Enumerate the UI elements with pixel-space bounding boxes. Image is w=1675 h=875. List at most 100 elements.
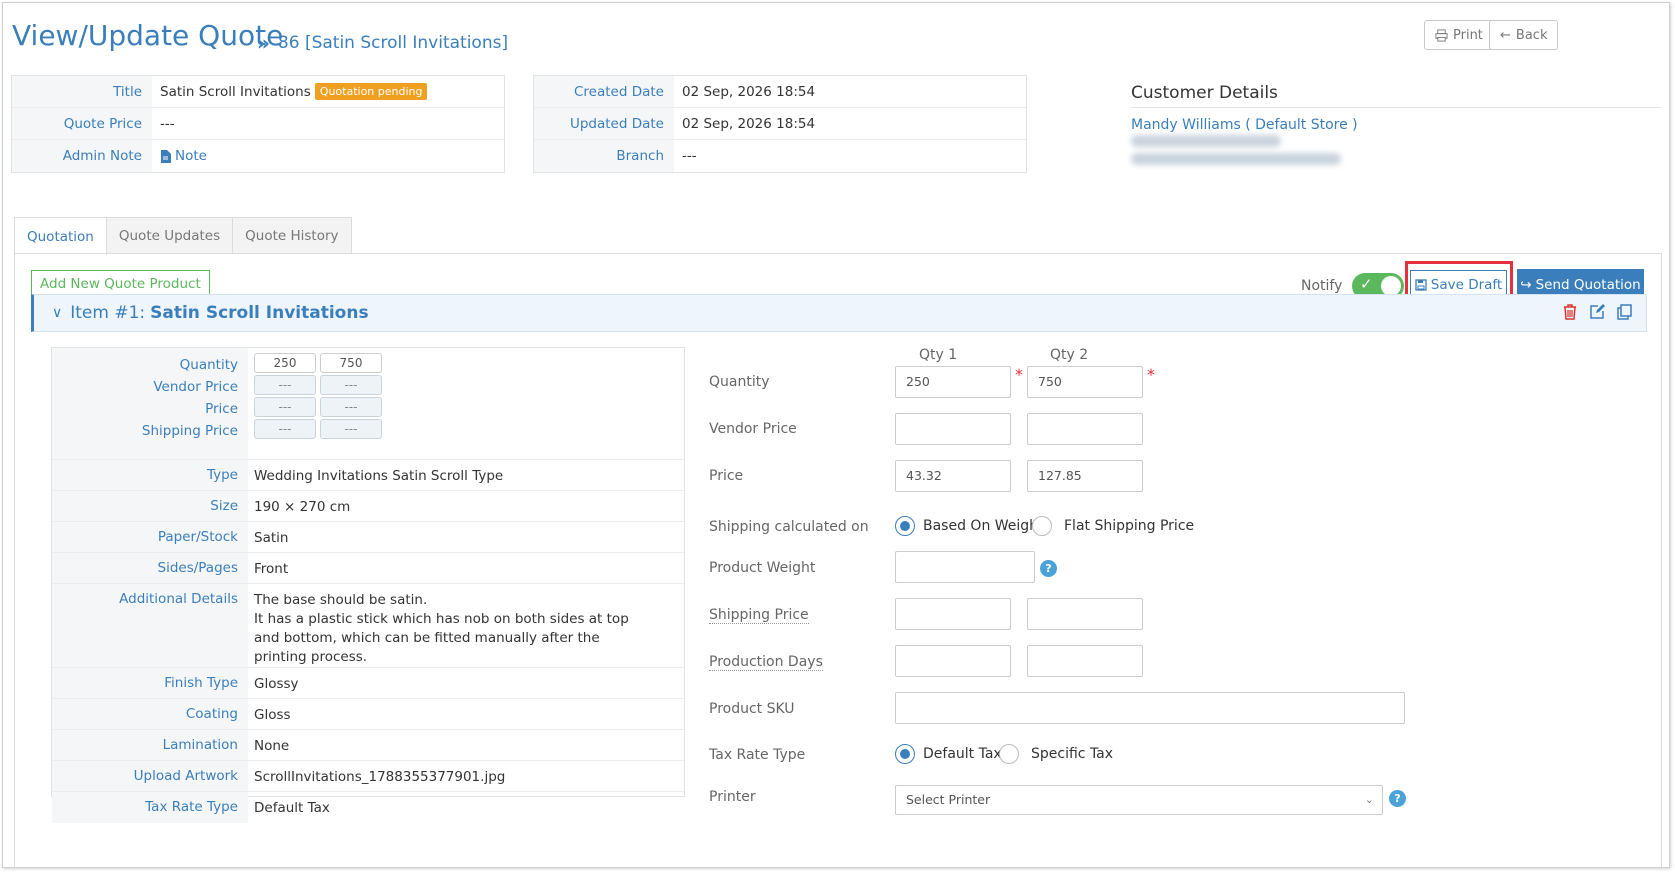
tax-specific-option[interactable]: Specific Tax xyxy=(999,744,1113,764)
shipping-calc-label: Shipping calculated on xyxy=(709,519,869,535)
radio-selected[interactable] xyxy=(895,744,915,764)
chevron-down-icon: ⌄ xyxy=(1364,793,1374,806)
shipping-weight-option[interactable]: Based On Weight xyxy=(895,516,1044,536)
price-1-input[interactable]: 43.32 xyxy=(895,460,1011,492)
artwork-file-link[interactable]: ScrollInvitations_1788355377901.jpg xyxy=(248,761,505,791)
customer-name-link[interactable]: Mandy Williams ( Default Store ) xyxy=(1131,117,1358,133)
detail-label: Upload Artwork xyxy=(52,761,248,791)
redacted-email xyxy=(1131,135,1281,147)
page-title: View/Update Quote xyxy=(12,19,284,52)
redacted-phone xyxy=(1131,153,1341,165)
back-button[interactable]: ← Back xyxy=(1489,20,1559,50)
qty-label: Quantity xyxy=(179,357,238,373)
vendor-price-2-input[interactable] xyxy=(1027,413,1143,445)
production-days-1-input[interactable] xyxy=(895,645,1011,677)
tax-default-option[interactable]: Default Tax xyxy=(895,744,1002,764)
customer-details-heading: Customer Details xyxy=(1131,83,1278,103)
detail-row-finish: Finish Type Glossy xyxy=(52,668,684,699)
vendor-price-values-row: --- --- xyxy=(254,375,382,397)
detail-row-sides: Sides/Pages Front xyxy=(52,553,684,584)
arrow-left-icon: ← xyxy=(1500,27,1511,43)
detail-row-lamination: Lamination None xyxy=(52,730,684,761)
quote-title-value: Satin Scroll Invitations xyxy=(160,83,311,100)
required-asterisk: * xyxy=(1015,365,1023,384)
quote-subtitle: 86 [Satin Scroll Invitations] xyxy=(277,33,509,53)
radio-selected[interactable] xyxy=(895,516,915,536)
price-2-input[interactable]: 127.85 xyxy=(1027,460,1143,492)
qty-value: 250 xyxy=(254,353,316,373)
detail-row-coating: Coating Gloss xyxy=(52,699,684,730)
tab-quote-history[interactable]: Quote History xyxy=(232,217,352,254)
share-icon: ↪ xyxy=(1520,276,1532,293)
save-icon xyxy=(1415,278,1427,291)
shipping-price-label: Shipping Price xyxy=(709,607,809,624)
shipping-price-1-input[interactable] xyxy=(895,598,1011,630)
shipping-flat-option[interactable]: Flat Shipping Price xyxy=(1032,516,1194,536)
quote-info-panel: Title Satin Scroll Invitations Quotation… xyxy=(11,75,505,173)
product-weight-input[interactable] xyxy=(895,551,1035,583)
detail-value: Wedding Invitations Satin Scroll Type xyxy=(254,468,504,484)
info-row-admin-note: Admin Note Note xyxy=(12,140,504,172)
save-draft-label: Save Draft xyxy=(1430,276,1503,293)
item-header[interactable]: ∨ Item #1: Satin Scroll Invitations xyxy=(31,294,1647,332)
detail-value: The base should be satin. It has a plast… xyxy=(248,584,638,667)
quotation-panel: Add New Quote Product Notify ✓ Save Draf… xyxy=(14,253,1662,867)
breadcrumb: » 86 [Satin Scroll Invitations] xyxy=(257,31,508,55)
detail-row-artwork: Upload Artwork ScrollInvitations_1788355… xyxy=(52,761,684,792)
vendor-price-label: Vendor Price xyxy=(153,379,238,395)
vendor-price-value: --- xyxy=(254,375,316,395)
admin-note-link[interactable]: Note xyxy=(152,148,207,164)
detail-value: Satin xyxy=(254,530,289,546)
qty-summary: Quantity Vendor Price Price Shipping Pri… xyxy=(52,348,684,460)
product-details-panel: Quantity Vendor Price Price Shipping Pri… xyxy=(51,347,685,823)
product-sku-input[interactable] xyxy=(895,692,1405,724)
help-icon[interactable]: ? xyxy=(1040,560,1057,577)
quantity-1-input[interactable]: 250 xyxy=(895,366,1011,398)
qty1-header: Qty 1 xyxy=(919,347,958,363)
vendor-price-1-input[interactable] xyxy=(895,413,1011,445)
detail-row-tax: Tax Rate Type Default Tax xyxy=(52,792,684,823)
item-prefix: Item #1: xyxy=(70,303,146,323)
info-label: Updated Date xyxy=(534,108,674,139)
copy-icon[interactable] xyxy=(1617,304,1632,320)
shipping-price-values-row: --- --- xyxy=(254,419,382,441)
shipping-price-value: --- xyxy=(254,419,316,439)
info-row-title: Title Satin Scroll Invitations Quotation… xyxy=(12,76,504,108)
dates-info-panel: Created Date 02 Sep, 2026 18:54 Updated … xyxy=(533,75,1027,173)
detail-row-additional: Additional Details The base should be sa… xyxy=(52,584,684,668)
help-icon[interactable]: ? xyxy=(1389,790,1406,807)
print-button[interactable]: Print xyxy=(1424,20,1494,50)
tax-default-label: Default Tax xyxy=(923,746,1002,762)
check-icon: ✓ xyxy=(1360,275,1373,293)
shipping-price-2-input[interactable] xyxy=(1027,598,1143,630)
radio-unselected[interactable] xyxy=(1032,516,1052,536)
info-row-quote-price: Quote Price --- xyxy=(12,108,504,140)
chevron-down-icon[interactable]: ∨ xyxy=(52,305,62,321)
tab-quote-updates[interactable]: Quote Updates xyxy=(105,217,234,254)
tax-specific-label: Specific Tax xyxy=(1031,746,1114,762)
admin-note-label: Note xyxy=(175,148,207,164)
trash-icon[interactable] xyxy=(1563,304,1577,320)
production-days-2-input[interactable] xyxy=(1027,645,1143,677)
tab-quotation[interactable]: Quotation xyxy=(14,217,107,255)
detail-label: Type xyxy=(52,460,248,490)
product-sku-label: Product SKU xyxy=(709,701,795,717)
quantity-2-input[interactable]: 750 xyxy=(1027,366,1143,398)
back-label: Back xyxy=(1515,27,1548,43)
notify-label: Notify xyxy=(1301,278,1343,294)
info-label: Quote Price xyxy=(12,108,152,139)
item-actions xyxy=(1563,304,1632,320)
vendor-price-label: Vendor Price xyxy=(709,421,797,437)
shipping-flat-label: Flat Shipping Price xyxy=(1064,518,1195,534)
info-label: Branch xyxy=(534,140,674,172)
info-row-updated: Updated Date 02 Sep, 2026 18:54 xyxy=(534,108,1026,140)
radio-unselected[interactable] xyxy=(999,744,1019,764)
price-value: --- xyxy=(254,397,316,417)
edit-icon[interactable] xyxy=(1589,304,1605,320)
item-name: Satin Scroll Invitations xyxy=(150,303,369,323)
detail-label: Paper/Stock xyxy=(52,522,248,552)
printer-select[interactable]: Select Printer ⌄ xyxy=(895,785,1383,815)
info-row-created: Created Date 02 Sep, 2026 18:54 xyxy=(534,76,1026,108)
detail-value: Default Tax xyxy=(254,800,330,816)
price-label: Price xyxy=(205,401,238,417)
